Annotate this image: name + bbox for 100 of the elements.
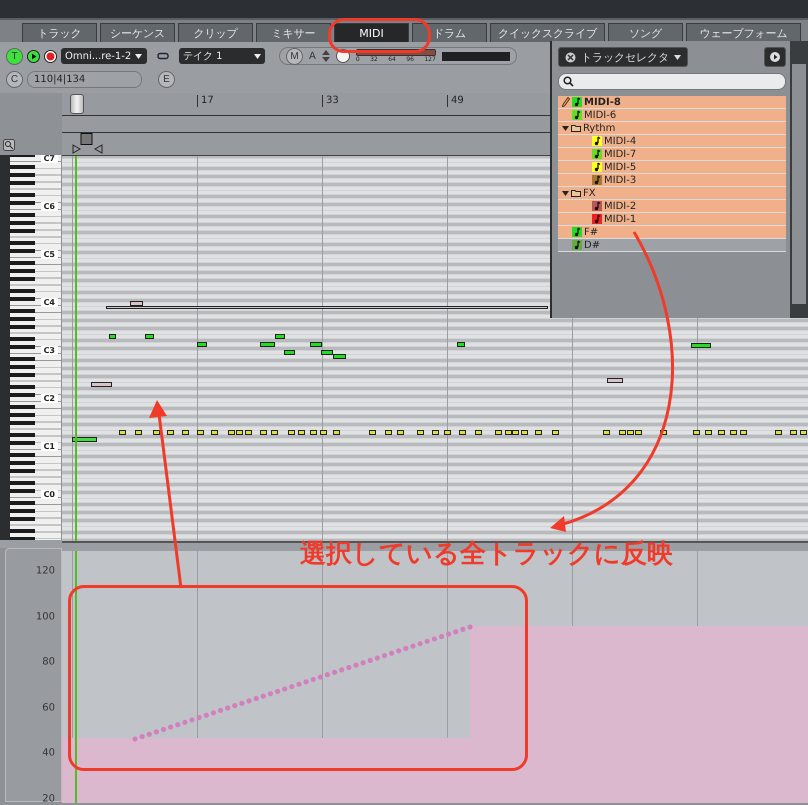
spinner-icon[interactable] [322,49,330,63]
midi-note[interactable] [475,430,482,435]
annotation-text: 選択している全トラックに反映 [300,538,673,571]
midi-note[interactable] [459,430,466,435]
axis-label: 120 [36,566,55,576]
midi-note[interactable] [106,306,548,309]
track-name: MIDI-7 [604,148,636,160]
level-meter [442,52,510,60]
midi-note[interactable] [72,437,97,442]
start-marker[interactable] [70,94,84,114]
midi-note[interactable] [369,430,376,435]
locator-drawing[interactable] [72,133,104,155]
track-row[interactable]: MIDI-7 [558,148,786,161]
bar-number: 17 [197,95,214,107]
tab[interactable]: クリップ [178,23,253,42]
play-icon [770,52,780,62]
caret-icon [674,54,681,60]
octave-label: C6 [40,202,58,211]
track-name: F# [584,226,598,238]
midi-note[interactable] [91,382,112,387]
search-icon [563,76,574,87]
midi-note[interactable] [119,430,126,435]
midi-note[interactable] [552,430,559,435]
track-button[interactable]: T [6,48,23,64]
axis-label: 20 [42,793,55,804]
tab[interactable]: シーケンス [100,23,175,42]
midi-note[interactable] [182,430,189,435]
track-row[interactable]: MIDI-4 [558,135,786,148]
track-row[interactable]: MIDI-6 [558,109,786,122]
play-button[interactable] [764,47,786,67]
track-row[interactable]: MIDI-1 [558,213,786,226]
octave-label: C5 [40,250,58,259]
take-dropdown[interactable]: テイク 1 [179,48,265,64]
midi-note[interactable] [284,350,295,355]
track-row[interactable]: F# [558,226,786,239]
search-field[interactable] [558,73,786,90]
track-row[interactable]: Rythm [558,122,786,135]
caret-icon [135,54,142,58]
link-icon[interactable] [157,52,169,60]
tab[interactable]: ミキサー [256,23,331,42]
track-row[interactable]: MIDI-8 [558,96,786,109]
close-icon [565,52,576,62]
midi-note[interactable] [333,354,346,359]
midi-note[interactable] [109,334,116,339]
midi-note[interactable] [310,342,322,347]
tab[interactable]: ドラム [412,23,487,42]
track-name: MIDI-4 [604,136,636,146]
track-name: MIDI-1 [604,214,636,224]
track-name: MIDI-6 [584,110,616,120]
octave-label: C2 [40,394,58,403]
track-row[interactable]: D# [558,239,786,252]
midi-note[interactable] [197,342,207,347]
play-icon[interactable] [27,50,40,62]
track-name: MIDI-2 [604,200,636,212]
tab[interactable]: ウェーブフォーム [686,23,801,42]
track-row[interactable]: MIDI-3 [558,174,786,187]
midi-note[interactable] [145,334,154,339]
octave-label: C3 [40,346,58,355]
midi-note[interactable] [135,430,142,435]
track-selector-button[interactable]: トラックセレクタ [558,47,688,67]
expanded-triangle-icon[interactable] [562,124,569,132]
octave-label: C0 [40,490,58,499]
caret-icon [254,54,261,58]
bar-number: 33 [322,95,339,107]
midi-note[interactable] [321,350,333,355]
midi-note[interactable] [607,378,623,383]
edit-button[interactable]: E [158,70,175,88]
mute-button[interactable]: M [286,48,303,64]
expanded-triangle-icon[interactable] [562,190,569,196]
octave-label: C7 [40,155,58,163]
axis-label: 100 [36,611,55,622]
track-row[interactable]: MIDI-2 [558,200,786,213]
track-name: MIDI-8 [584,96,621,108]
search-icon[interactable] [3,139,15,151]
midi-note[interactable] [603,430,610,435]
axis-label: 80 [42,656,55,668]
position-button[interactable]: C [6,70,23,88]
tab[interactable]: トラック [22,23,97,42]
midi-note[interactable] [775,430,782,435]
midi-note[interactable] [417,430,424,435]
midi-note[interactable] [260,342,275,347]
position-field[interactable]: 110|4|134 [27,70,142,88]
track-name: MIDI-5 [604,162,636,172]
tab[interactable]: MIDI [334,23,409,42]
bar-number: 49 [447,95,464,107]
track-row[interactable]: MIDI-5 [558,161,786,174]
midi-note[interactable] [691,343,711,348]
input-dropdown[interactable]: Omni...re-1-2 [61,48,147,64]
track-row[interactable]: FX [558,187,786,200]
midi-note[interactable] [275,334,285,339]
midi-note[interactable] [660,430,667,435]
octave-label: C1 [40,442,58,451]
midi-note[interactable] [130,301,143,306]
scrollbar[interactable] [792,64,806,304]
tab[interactable]: ソング [608,23,683,42]
octave-label: C4 [40,298,58,307]
record-icon[interactable] [44,50,57,62]
tab[interactable]: クイックスクライブ [490,23,605,42]
zoom-scrollbar[interactable] [0,155,10,540]
midi-note[interactable] [457,342,465,347]
